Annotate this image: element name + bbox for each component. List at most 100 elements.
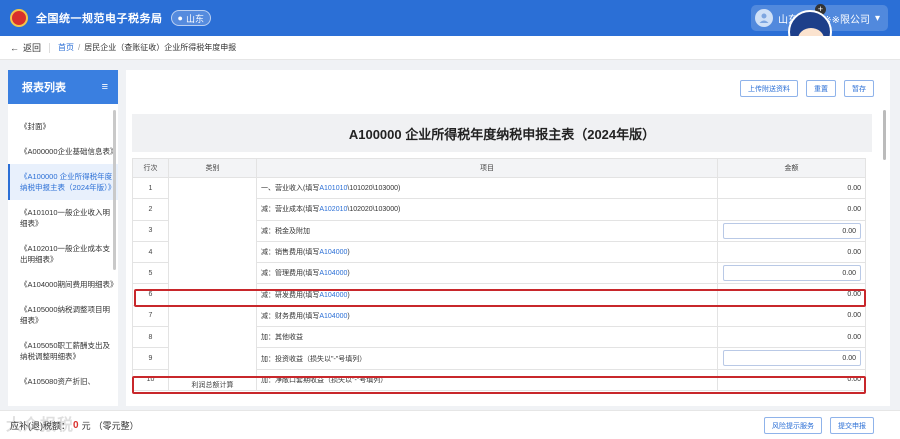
amount-cell: 0.00 (717, 368, 866, 391)
item-text-suffix: ) (347, 249, 350, 257)
breadcrumb-home-link[interactable]: 首页 (58, 42, 74, 53)
breadcrumb-separator: / (78, 43, 81, 52)
amount-cell: 0.00 (717, 176, 866, 200)
row-number: 8 (132, 326, 169, 349)
sidebar-item-a000000[interactable]: 《A000000企业基础信息表》 (8, 139, 118, 164)
item-text-suffix: \102020\103000) (347, 206, 401, 214)
breadcrumb: ← 返回 首页 / 居民企业（查账征收）企业所得税年度申报 (0, 36, 900, 60)
reset-button[interactable]: 重置 (806, 80, 836, 97)
sidebar-item-a104000[interactable]: 《A104000期间费用明细表》 (8, 272, 118, 297)
sidebar-item-a102010[interactable]: 《A102010一般企业成本支出明细表》 (8, 236, 118, 272)
footer-actions: 风险提示服务 提交申报 (764, 417, 874, 434)
submit-declaration-button[interactable]: 提交申报 (830, 417, 874, 434)
item-cell: 减：管理费用(填写A104000) (256, 262, 718, 285)
sidebar-title: 报表列表 (22, 82, 66, 94)
amount-cell: 0.00 (717, 283, 866, 306)
item-prefix: 一、 (261, 185, 275, 193)
form-toolbar: 上传附送资料 重置 暂存 (740, 80, 874, 97)
sidebar-header: 报表列表 ≡ (8, 70, 118, 104)
table-header-row: 行次 类别 项目 金额 (132, 158, 866, 178)
main-scrollbar[interactable] (883, 110, 886, 160)
item-text: 营业成本(填写 (275, 206, 320, 214)
amount-cell: 0.00 (717, 304, 866, 328)
item-prefix: 加： (261, 355, 275, 363)
item-text: 研发费用(填写 (275, 291, 320, 299)
item-cell: 一、营业收入(填写A101010\101020\103000) (256, 176, 718, 200)
sidebar-scrollbar[interactable] (113, 110, 116, 270)
back-label: 返回 (23, 43, 42, 53)
schedule-link[interactable]: A104000 (319, 313, 347, 320)
back-button[interactable]: ← 返回 (10, 41, 41, 54)
amount-input[interactable]: 0.00 (723, 265, 861, 282)
item-text-suffix: ) (347, 291, 350, 299)
amount-cell: 0.00 (717, 262, 866, 285)
item-text: 净敞口套期收益（损失以"-"号填列） (275, 376, 388, 384)
item-prefix: 加： (261, 376, 275, 384)
col-header-item: 项目 (256, 158, 718, 178)
arrow-left-icon: ← (10, 42, 19, 53)
menu-collapse-icon[interactable]: ≡ (102, 81, 108, 93)
row-number: 3 (132, 219, 169, 242)
sidebar-item-a105050[interactable]: 《A105050职工薪酬支出及纳税调整明细表》 (8, 333, 118, 369)
item-text-suffix: ) (347, 312, 350, 320)
amount-input[interactable]: 0.00 (723, 222, 861, 239)
form-title: A100000 企业所得税年度纳税申报主表（2024年版） (132, 114, 872, 152)
breadcrumb-divider (49, 42, 51, 53)
col-header-row-no: 行次 (132, 158, 169, 178)
item-cell: 加：净敞口套期收益（损失以"-"号填列） (256, 368, 718, 391)
item-text: 销售费用(填写 (275, 249, 320, 257)
sidebar-item-cover[interactable]: 《封面》 (8, 114, 118, 139)
item-prefix: 减： (261, 291, 275, 299)
item-text: 投资收益（损失以"-"号填列） (275, 355, 367, 363)
tax-summary-note: （零元整） (93, 420, 139, 431)
row-number: 6 (132, 283, 169, 306)
risk-hint-button[interactable]: 风险提示服务 (764, 417, 822, 434)
amount-input[interactable]: 0.00 (723, 350, 861, 367)
row-number: 9 (132, 347, 169, 370)
item-cell: 减：销售费用(填写A104000) (256, 240, 718, 264)
declaration-table: 行次 类别 项目 金额 1 利润总额计算 一、营业收入(填写A101010\1010… (132, 158, 866, 391)
chevron-down-icon: ▾ (874, 12, 880, 24)
location-pin-icon: ● (177, 13, 183, 23)
item-text: 营业收入(填写 (275, 185, 320, 193)
tax-payable-summary: 应补(退)税额： 0 元 （零元整） (10, 419, 139, 432)
category-cell: 利润总额计算 (168, 177, 257, 391)
schedule-link[interactable]: A101010 (319, 185, 347, 192)
schedule-link[interactable]: A104000 (319, 270, 347, 277)
save-draft-button[interactable]: 暂存 (844, 80, 874, 97)
main-form-panel: 上传附送资料 重置 暂存 A100000 企业所得税年度纳税申报主表（2024年… (126, 70, 890, 406)
schedule-link[interactable]: A104000 (319, 292, 347, 299)
report-list-sidebar: 报表列表 ≡ 《封面》 《A000000企业基础信息表》 《A100000 企业… (8, 70, 118, 406)
item-cell: 减：营业成本(填写A102010\102020\103000) (256, 198, 718, 221)
item-prefix: 减： (261, 227, 275, 235)
amount-cell: 0.00 (717, 219, 866, 242)
sidebar-item-a101010[interactable]: 《A101010一般企业收入明细表》 (8, 200, 118, 236)
item-text-suffix: ) (347, 270, 350, 278)
tax-summary-amount: 0 (73, 419, 79, 431)
col-header-amount: 金额 (717, 158, 866, 178)
sidebar-item-a100000[interactable]: 《A100000 企业所得税年度纳税申报主表（2024年版）》 (8, 164, 118, 200)
tax-summary-unit: 元 (81, 420, 91, 431)
tax-emblem-logo (10, 9, 28, 27)
upload-attachments-button[interactable]: 上传附送资料 (740, 80, 798, 97)
user-avatar-icon (755, 9, 774, 27)
report-list: 《封面》 《A000000企业基础信息表》 《A100000 企业所得税年度纳税… (8, 104, 118, 394)
item-cell: 减：税金及附加 (256, 219, 718, 242)
amount-cell: 0.00 (717, 326, 866, 349)
row-number: 10 (132, 368, 169, 391)
item-prefix: 减： (261, 206, 275, 214)
item-text: 财务费用(填写 (275, 312, 320, 320)
item-text: 税金及附加 (275, 227, 310, 235)
item-text: 管理费用(填写 (275, 270, 320, 278)
sidebar-item-a105000[interactable]: 《A105000纳税调整项目明细表》 (8, 297, 118, 333)
row-number: 2 (132, 198, 169, 221)
app-title: 全国统一规范电子税务局 (36, 13, 163, 25)
schedule-link[interactable]: A102010 (319, 206, 347, 213)
sidebar-item-a105080[interactable]: 《A105080资产折旧、 (8, 369, 118, 394)
region-selector[interactable]: ● 山东 (170, 10, 211, 26)
region-label: 山东 (185, 13, 204, 24)
amount-cell: 0.00 (717, 347, 866, 370)
schedule-link[interactable]: A104000 (319, 249, 347, 256)
item-cell: 减：研发费用(填写A104000) (256, 283, 718, 306)
top-header-bar: 全国统一规范电子税务局 ● 山东 山东※※※※※限公司 ▾ + (0, 0, 900, 54)
